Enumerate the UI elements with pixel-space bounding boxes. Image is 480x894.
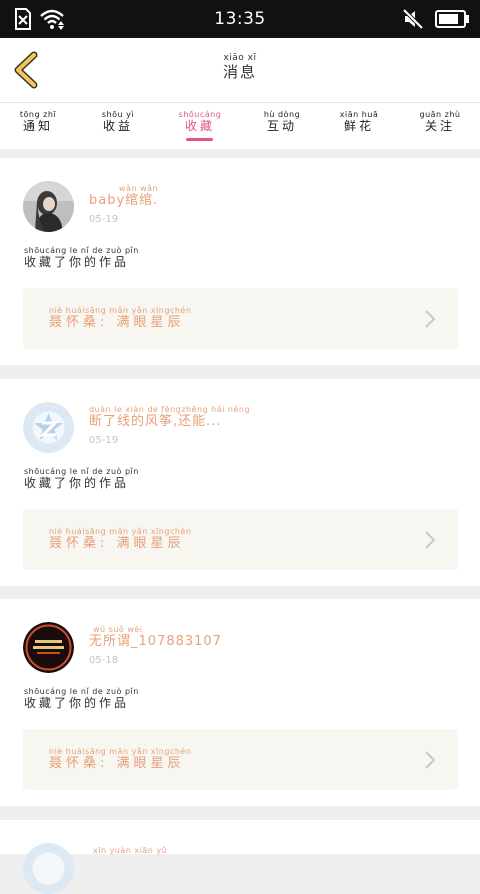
username-text: baby绾绾.	[89, 193, 159, 208]
default-avatar-icon	[23, 843, 74, 894]
tab-pinyin: shōucáng	[178, 110, 222, 119]
favorite-notification-card: duàn le xiàn de fēngzhēng hái néng 断了线的风…	[0, 379, 480, 586]
tab-pinyin: shōu yì	[101, 110, 135, 119]
work-title-text: 聂怀桑: 满眼星辰	[49, 315, 185, 330]
work-link[interactable]: niè huáisāng mǎn yǎn xīngchén 聂怀桑: 满眼星辰	[23, 509, 458, 570]
date: 05-18	[89, 655, 119, 666]
action-pinyin: shōucáng le nǐ de zuò pǐn	[24, 467, 139, 476]
mute-icon	[402, 8, 424, 34]
username-pinyin: wǎn wǎn	[119, 184, 159, 193]
favorite-notification-card: wǎn wǎn baby绾绾. 05-19 shōucáng le nǐ de …	[0, 158, 480, 365]
tab-label: 收益	[102, 119, 133, 133]
date: 05-19	[89, 435, 119, 446]
tab-label: 互动	[266, 119, 297, 133]
work-title-text: 聂怀桑: 满眼星辰	[49, 756, 185, 771]
avatar[interactable]	[23, 181, 74, 232]
date: 05-19	[89, 214, 119, 225]
work-link[interactable]: niè huáisāng mǎn yǎn xīngchén 聂怀桑: 满眼星辰	[23, 729, 458, 790]
username-text: 无所谓_107883107	[89, 634, 222, 649]
work-title: niè huáisāng mǎn yǎn xīngchén 聂怀桑: 满眼星辰	[49, 527, 191, 552]
username[interactable]: duàn le xiàn de fēngzhēng hái néng 断了线的风…	[89, 405, 250, 430]
tab-following[interactable]: guān zhù 关注	[400, 110, 480, 134]
tab-label: 收藏	[184, 119, 215, 133]
tab-bar: tōng zhī 通知 shōu yì 收益 shōucáng 收藏 hù dò…	[0, 103, 480, 149]
status-bar: 13:35	[0, 0, 480, 38]
tab-label: 关注	[424, 119, 455, 133]
badge-avatar-icon	[23, 622, 74, 673]
chevron-right-icon	[425, 310, 436, 328]
work-link[interactable]: niè huáisāng mǎn yǎn xīngchén 聂怀桑: 满眼星辰	[23, 288, 458, 349]
work-title: niè huáisāng mǎn yǎn xīngchén 聂怀桑: 满眼星辰	[49, 306, 191, 331]
tab-pinyin: tōng zhī	[19, 110, 57, 119]
work-title: niè huáisāng mǎn yǎn xīngchén 聂怀桑: 满眼星辰	[49, 747, 191, 772]
avatar[interactable]	[23, 402, 74, 453]
username[interactable]: wǎn wǎn baby绾绾.	[89, 184, 158, 209]
header: xiāo xī 消息	[0, 38, 480, 103]
tab-pinyin: guān zhù	[419, 110, 461, 119]
active-tab-indicator	[186, 138, 213, 141]
work-title-pinyin: niè huáisāng mǎn yǎn xīngchén	[49, 306, 192, 315]
avatar[interactable]	[23, 622, 74, 673]
battery-icon	[435, 10, 469, 32]
username[interactable]: wú suǒ wèi 无所谓_107883107	[89, 625, 222, 650]
action-text: shōucáng le nǐ de zuò pǐn 收藏了你的作品	[24, 246, 139, 270]
tab-favorites[interactable]: shōucáng 收藏	[160, 110, 240, 134]
default-avatar-icon	[23, 402, 74, 453]
action-label: 收藏了你的作品	[24, 476, 130, 490]
favorite-notification-card: wú suǒ wèi 无所谓_107883107 05-18 shōucáng …	[0, 599, 480, 806]
tab-label: 通知	[22, 119, 53, 133]
work-title-pinyin: niè huáisāng mǎn yǎn xīngchén	[49, 747, 192, 756]
page-title-text: 消息	[222, 63, 257, 81]
tab-notifications[interactable]: tōng zhī 通知	[0, 110, 78, 134]
chevron-right-icon	[425, 531, 436, 549]
tab-label: 鲜花	[343, 119, 374, 133]
work-title-pinyin: niè huáisāng mǎn yǎn xīngchén	[49, 527, 192, 536]
tab-interactions[interactable]: hù dòng 互动	[242, 110, 322, 134]
action-text: shōucáng le nǐ de zuò pǐn 收藏了你的作品	[24, 687, 139, 711]
avatar[interactable]	[23, 843, 74, 894]
tab-pinyin: xiān huā	[339, 110, 379, 119]
page-title-pinyin: xiāo xī	[223, 53, 257, 63]
tab-pinyin: hù dòng	[263, 110, 301, 119]
tab-flowers[interactable]: xiān huā 鲜花	[319, 110, 399, 134]
chevron-right-icon	[425, 751, 436, 769]
username-pinyin: wú suǒ wèi	[93, 625, 143, 634]
favorite-notification-card: xīn yuàn xiān yǔ	[0, 820, 480, 894]
page-title: xiāo xī 消息	[0, 53, 480, 81]
action-text: shōucáng le nǐ de zuò pǐn 收藏了你的作品	[24, 467, 139, 491]
action-pinyin: shōucáng le nǐ de zuò pǐn	[24, 687, 139, 696]
tab-earnings[interactable]: shōu yì 收益	[78, 110, 158, 134]
action-label: 收藏了你的作品	[24, 255, 130, 269]
username-pinyin: duàn le xiàn de fēngzhēng hái néng	[89, 405, 251, 414]
action-pinyin: shōucáng le nǐ de zuò pǐn	[24, 246, 139, 255]
work-title-text: 聂怀桑: 满眼星辰	[49, 536, 185, 551]
user-photo-icon	[23, 181, 74, 232]
action-label: 收藏了你的作品	[24, 696, 130, 710]
username-text: 断了线的风筝,还能...	[89, 414, 222, 429]
